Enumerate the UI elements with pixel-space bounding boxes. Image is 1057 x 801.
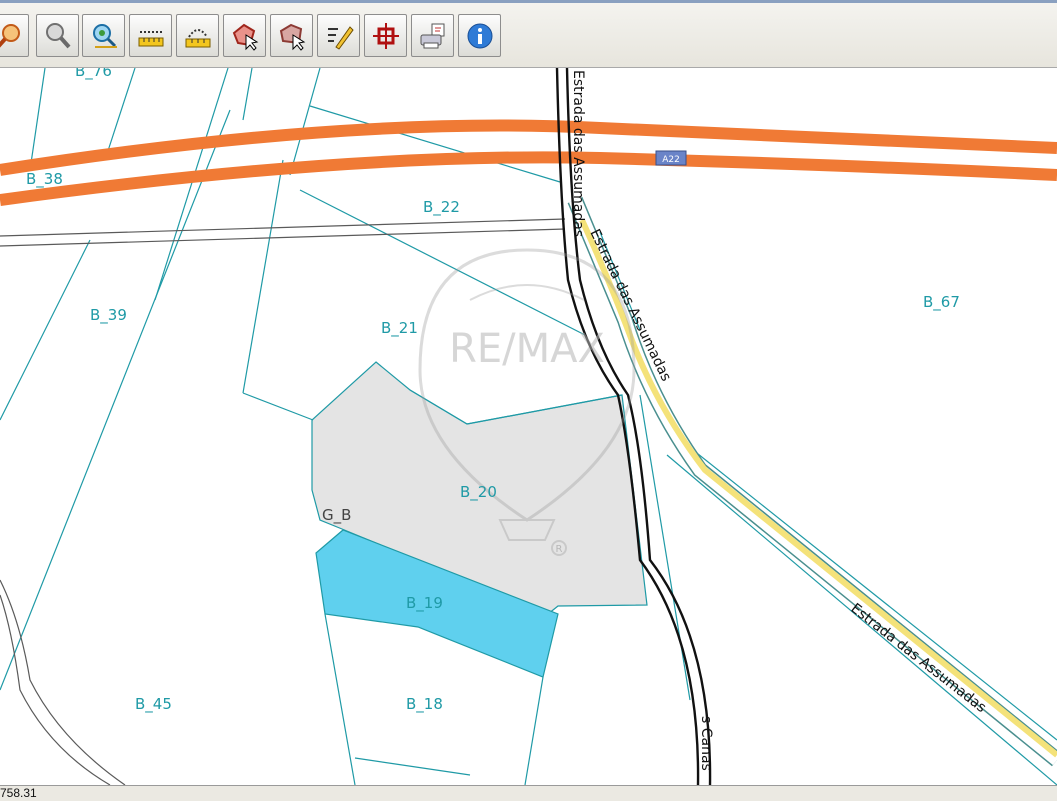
measure-distance-button[interactable]	[129, 14, 172, 57]
select-feature-button[interactable]	[270, 14, 313, 57]
highway-a22	[0, 119, 1057, 206]
parcel-label-b76[interactable]: B_76	[75, 68, 112, 81]
map-canvas: A22 Estrada das Assumadas Estrada das As…	[0, 68, 1057, 785]
parcel-label-b22[interactable]: B_22	[423, 198, 460, 217]
measure-area-icon	[185, 28, 210, 47]
road-label-yellow-2: Estrada das Assumadas	[848, 601, 990, 716]
coordinate-readout: 758.31	[0, 786, 37, 800]
zoom-in-button[interactable]	[0, 14, 29, 57]
road-label-bottom: s Canas	[698, 716, 714, 771]
parcel-label-b38[interactable]: B_38	[26, 170, 63, 189]
info-icon	[467, 23, 492, 48]
edit-icon	[327, 25, 354, 50]
parcel-label-b21[interactable]: B_21	[381, 319, 418, 338]
parcel-label-b45[interactable]: B_45	[135, 695, 172, 714]
zoom-extent-button[interactable]	[82, 14, 125, 57]
target-icon	[372, 22, 399, 49]
measure-area-button[interactable]	[176, 14, 219, 57]
local-road-yellow	[567, 196, 1057, 767]
zoom-in-icon	[0, 23, 20, 47]
parcel-label-b39[interactable]: B_39	[90, 306, 127, 325]
parcel-label-gb[interactable]: G_B	[322, 506, 351, 525]
select-feature-icon	[279, 23, 305, 51]
zoom-out-icon	[45, 22, 70, 48]
target-button[interactable]	[364, 14, 407, 57]
zoom-extent-icon	[92, 23, 117, 48]
parcel-label-b20[interactable]: B_20	[460, 483, 497, 502]
watermark-brand: RE/MAX	[449, 326, 605, 372]
parcel-label-b67[interactable]: B_67	[923, 293, 960, 312]
print-button[interactable]	[411, 14, 454, 57]
measure-distance-icon	[138, 30, 163, 46]
parcel-label-b18[interactable]: B_18	[406, 695, 443, 714]
print-icon	[420, 23, 444, 48]
status-bar: 758.31	[0, 785, 1057, 801]
cadastral-map[interactable]: A22 Estrada das Assumadas Estrada das As…	[0, 68, 1057, 785]
map-toolbar	[0, 3, 1057, 68]
info-button[interactable]	[458, 14, 501, 57]
select-parcel-button[interactable]	[223, 14, 266, 57]
highway-badge: A22	[662, 155, 680, 165]
edit-button[interactable]	[317, 14, 360, 57]
select-parcel-icon	[232, 23, 258, 51]
zoom-out-button[interactable]	[36, 14, 79, 57]
watermark-mark: R	[556, 544, 563, 555]
parcel-label-b19[interactable]: B_19	[406, 594, 443, 613]
road-label-top: Estrada das Assumadas	[570, 70, 586, 237]
